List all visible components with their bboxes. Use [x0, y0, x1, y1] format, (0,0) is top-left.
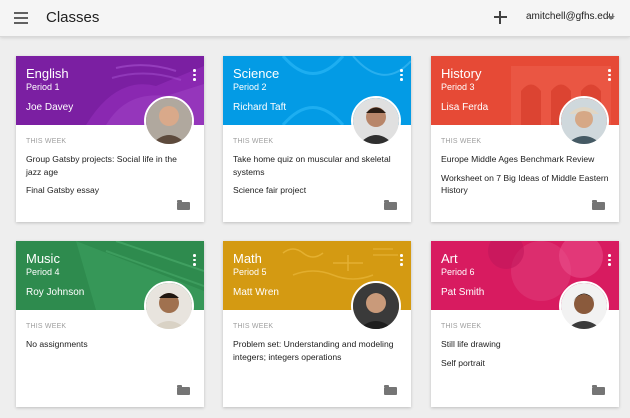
assignment-list: Take home quiz on muscular and skeletal …	[233, 153, 401, 203]
top-app-bar: Classes amitchell@gfhs.edu	[0, 0, 630, 37]
assignment-list: No assignments	[26, 338, 194, 357]
class-teacher: Joe Davey	[26, 102, 74, 113]
more-options-icon[interactable]	[192, 69, 196, 81]
teacher-avatar	[144, 96, 194, 146]
this-week-label: THIS WEEK	[26, 323, 67, 330]
page-title: Classes	[46, 9, 100, 26]
class-card-math[interactable]: Math Period 5 Matt Wren THIS WEEK Proble…	[223, 241, 411, 407]
class-subject: History	[441, 66, 482, 81]
this-week-label: THIS WEEK	[26, 138, 67, 145]
this-week-label: THIS WEEK	[233, 138, 274, 145]
account-email[interactable]: amitchell@gfhs.edu	[526, 11, 614, 22]
folder-icon[interactable]	[592, 200, 605, 210]
class-subject: Music	[26, 251, 60, 266]
assignment-item[interactable]: Science fair project	[233, 184, 401, 197]
class-period: Period 6	[441, 267, 475, 277]
assignment-list: Europe Middle Ages Benchmark Review Work…	[441, 153, 609, 203]
class-period: Period 1	[26, 82, 60, 92]
class-card-science[interactable]: Science Period 2 Richard Taft THIS WEEK …	[223, 56, 411, 222]
assignment-item[interactable]: Group Gatsby projects: Social life in th…	[26, 153, 194, 178]
account-dropdown-icon[interactable]	[607, 16, 615, 20]
folder-icon[interactable]	[177, 200, 190, 210]
hamburger-menu-icon[interactable]	[14, 12, 28, 24]
folder-icon[interactable]	[592, 385, 605, 395]
assignment-item[interactable]: Still life drawing	[441, 338, 609, 351]
class-teacher: Richard Taft	[233, 102, 287, 113]
class-teacher: Matt Wren	[233, 287, 279, 298]
class-subject: Art	[441, 251, 458, 266]
assignment-list: Group Gatsby projects: Social life in th…	[26, 153, 194, 203]
class-card-music[interactable]: Music Period 4 Roy Johnson THIS WEEK No …	[16, 241, 204, 407]
class-card-art[interactable]: Art Period 6 Pat Smith THIS WEEK Still l…	[431, 241, 619, 407]
folder-icon[interactable]	[384, 385, 397, 395]
class-subject: English	[26, 66, 69, 81]
assignment-item[interactable]: No assignments	[26, 338, 194, 351]
assignment-item[interactable]: Problem set: Understanding and modeling …	[233, 338, 401, 363]
assignment-item[interactable]: Self portrait	[441, 357, 609, 370]
teacher-avatar	[559, 281, 609, 331]
more-options-icon[interactable]	[192, 254, 196, 266]
teacher-avatar	[351, 281, 401, 331]
teacher-avatar	[559, 96, 609, 146]
assignment-item[interactable]: Europe Middle Ages Benchmark Review	[441, 153, 609, 166]
assignment-item[interactable]: Take home quiz on muscular and skeletal …	[233, 153, 401, 178]
class-teacher: Pat Smith	[441, 287, 485, 298]
more-options-icon[interactable]	[607, 254, 611, 266]
this-week-label: THIS WEEK	[233, 323, 274, 330]
class-subject: Science	[233, 66, 280, 81]
assignment-item[interactable]: Worksheet on 7 Big Ideas of Middle Easte…	[441, 172, 609, 197]
teacher-avatar	[351, 96, 401, 146]
more-options-icon[interactable]	[399, 254, 403, 266]
class-period: Period 2	[233, 82, 267, 92]
class-teacher: Lisa Ferda	[441, 102, 489, 113]
more-options-icon[interactable]	[399, 69, 403, 81]
class-period: Period 5	[233, 267, 267, 277]
assignment-list: Problem set: Understanding and modeling …	[233, 338, 401, 369]
class-period: Period 3	[441, 82, 475, 92]
assignment-list: Still life drawing Self portrait	[441, 338, 609, 375]
add-class-icon[interactable]	[494, 11, 507, 24]
more-options-icon[interactable]	[607, 69, 611, 81]
class-card-english[interactable]: English Period 1 Joe Davey THIS WEEK Gro…	[16, 56, 204, 222]
class-period: Period 4	[26, 267, 60, 277]
class-teacher: Roy Johnson	[26, 287, 85, 298]
assignment-item[interactable]: Final Gatsby essay	[26, 184, 194, 197]
this-week-label: THIS WEEK	[441, 138, 482, 145]
folder-icon[interactable]	[177, 385, 190, 395]
teacher-avatar	[144, 281, 194, 331]
class-subject: Math	[233, 251, 262, 266]
this-week-label: THIS WEEK	[441, 323, 482, 330]
folder-icon[interactable]	[384, 200, 397, 210]
class-card-history[interactable]: History Period 3 Lisa Ferda THIS WEEK Eu…	[431, 56, 619, 222]
